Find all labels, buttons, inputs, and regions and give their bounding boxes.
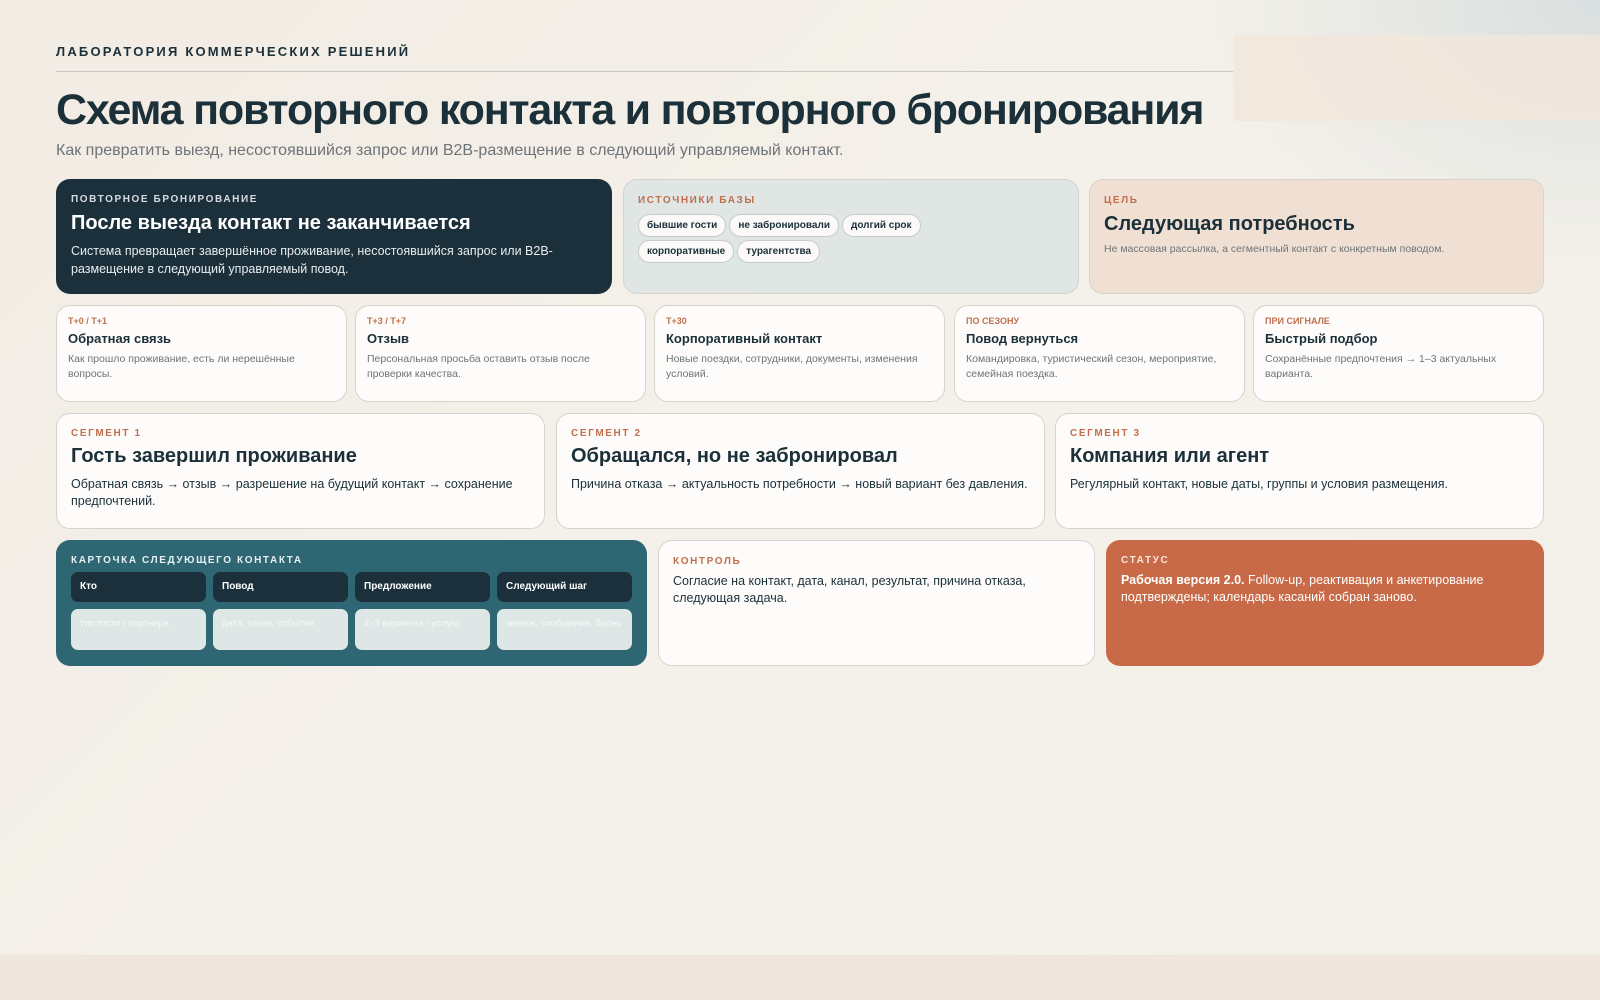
next-contact-label: КАРТОЧКА СЛЕДУЮЩЕГО КОНТАКТА <box>71 555 303 566</box>
step-card-review: T+3 / T+7 Отзыв Персональная просьба ост… <box>355 305 646 402</box>
step-card-season: ПО СЕЗОНУ Повод вернуться Командировка, … <box>954 305 1245 402</box>
hero-text: Система превращает завершённое проживани… <box>71 244 553 276</box>
segment-label: СЕГМЕНТ 2 <box>571 428 642 439</box>
chip-long-stay[interactable]: долгий срок <box>841 214 921 237</box>
sources-label: ИСТОЧНИКИ БАЗЫ <box>638 195 756 206</box>
segment-text: Причина отказа → актуальность потребност… <box>571 477 1028 491</box>
step-label: T+0 / T+1 <box>68 316 108 326</box>
column-header: Повод <box>213 572 348 602</box>
next-contact-card: КАРТОЧКА СЛЕДУЮЩЕГО КОНТАКТА Кто тип гос… <box>56 540 647 666</box>
step-label: T+30 <box>666 316 687 326</box>
status-version: Рабочая версия 2.0. <box>1121 573 1245 587</box>
eyebrow: ЛАБОРАТОРИЯ КОММЕРЧЕСКИХ РЕШЕНИЙ <box>56 44 411 59</box>
control-text: Согласие на контакт, дата, канал, резуль… <box>673 574 1026 605</box>
background-panel <box>1234 35 1600 121</box>
column-next-step: Следующий шаг звонок, сообщение, бронь <box>497 572 632 650</box>
column-cell[interactable]: 1–3 варианта / услуга <box>355 609 490 650</box>
step-title: Отзыв <box>367 331 410 346</box>
segment-title: Обращался, но не забронировал <box>571 445 898 467</box>
step-text: Персональная просьба оставить отзыв посл… <box>367 353 590 380</box>
column-cell[interactable]: тип гостя / партнёра <box>71 609 206 650</box>
step-label: ПРИ СИГНАЛЕ <box>1265 316 1330 326</box>
column-cell[interactable]: звонок, сообщение, бронь <box>497 609 632 650</box>
column-reason: Повод дата, сезон, событие <box>213 572 348 650</box>
segment-label: СЕГМЕНТ 3 <box>1070 428 1141 439</box>
step-text: Командировка, туристический сезон, мероп… <box>966 353 1217 380</box>
step-label: T+3 / T+7 <box>367 316 407 326</box>
chip-travel-agencies[interactable]: турагентства <box>737 240 821 263</box>
page-title: Схема повторного контакта и повторного б… <box>56 86 1204 134</box>
page-subtitle: Как превратить выезд, несостоявшийся зап… <box>56 142 844 159</box>
goal-title: Следующая потребность <box>1104 213 1355 235</box>
step-title: Обратная связь <box>68 331 172 346</box>
step-card-signal: ПРИ СИГНАЛЕ Быстрый подбор Сохранённые п… <box>1253 305 1544 402</box>
step-text: Как прошло проживание, есть ли нерешённы… <box>68 353 295 380</box>
column-header: Кто <box>71 572 206 602</box>
segment-card-2: СЕГМЕНТ 2 Обращался, но не забронировал … <box>556 413 1045 529</box>
chip-former-guests[interactable]: бывшие гости <box>638 214 727 237</box>
next-contact-columns: Кто тип гостя / партнёра Повод дата, сез… <box>71 572 632 650</box>
column-offer: Предложение 1–3 варианта / услуга <box>355 572 490 650</box>
status-label: СТАТУС <box>1121 555 1170 566</box>
chip-not-booked[interactable]: не забронировали <box>729 214 839 237</box>
goal-text: Не массовая рассылка, а сегментный конта… <box>1104 243 1445 255</box>
hero-label: ПОВТОРНОЕ БРОНИРОВАНИЕ <box>71 194 259 205</box>
column-who: Кто тип гостя / партнёра <box>71 572 206 650</box>
control-label: КОНТРОЛЬ <box>673 556 742 567</box>
status-text: Рабочая версия 2.0. Follow-up, реактивац… <box>1121 572 1529 606</box>
segment-text: Обратная связь → отзыв → разрешение на б… <box>71 477 513 508</box>
column-header: Предложение <box>355 572 490 602</box>
step-card-corporate: T+30 Корпоративный контакт Новые поездки… <box>654 305 945 402</box>
segment-card-1: СЕГМЕНТ 1 Гость завершил проживание Обра… <box>56 413 545 529</box>
step-text: Новые поездки, сотрудники, документы, из… <box>666 353 918 380</box>
hero-card: ПОВТОРНОЕ БРОНИРОВАНИЕ После выезда конт… <box>56 179 612 294</box>
column-cell[interactable]: дата, сезон, событие <box>213 609 348 650</box>
column-header: Следующий шаг <box>497 572 632 602</box>
chip-list: бывшие гости не забронировали долгий сро… <box>638 214 1008 263</box>
step-label: ПО СЕЗОНУ <box>966 316 1020 326</box>
step-title: Повод вернуться <box>966 331 1079 346</box>
divider <box>56 71 1233 72</box>
chip-corporate[interactable]: корпоративные <box>638 240 735 263</box>
step-title: Корпоративный контакт <box>666 331 823 346</box>
step-text: Сохранённые предпочтения → 1–3 актуальны… <box>1265 353 1497 380</box>
control-card: КОНТРОЛЬ Согласие на контакт, дата, кана… <box>658 540 1095 666</box>
step-card-feedback: T+0 / T+1 Обратная связь Как прошло прож… <box>56 305 347 402</box>
bottom-band <box>0 955 1600 1000</box>
goal-label: ЦЕЛЬ <box>1104 195 1139 206</box>
segment-title: Компания или агент <box>1070 445 1270 467</box>
segment-title: Гость завершил проживание <box>71 445 357 467</box>
segment-card-3: СЕГМЕНТ 3 Компания или агент Регулярный … <box>1055 413 1544 529</box>
hero-title: После выезда контакт не заканчивается <box>71 212 471 234</box>
goal-card: ЦЕЛЬ Следующая потребность Не массовая р… <box>1089 179 1544 294</box>
step-title: Быстрый подбор <box>1265 331 1378 346</box>
segment-text: Регулярный контакт, новые даты, группы и… <box>1070 477 1449 491</box>
status-card: СТАТУС Рабочая версия 2.0. Follow-up, ре… <box>1106 540 1544 666</box>
sources-card: ИСТОЧНИКИ БАЗЫ бывшие гости не заброниро… <box>623 179 1079 294</box>
segment-label: СЕГМЕНТ 1 <box>71 428 142 439</box>
